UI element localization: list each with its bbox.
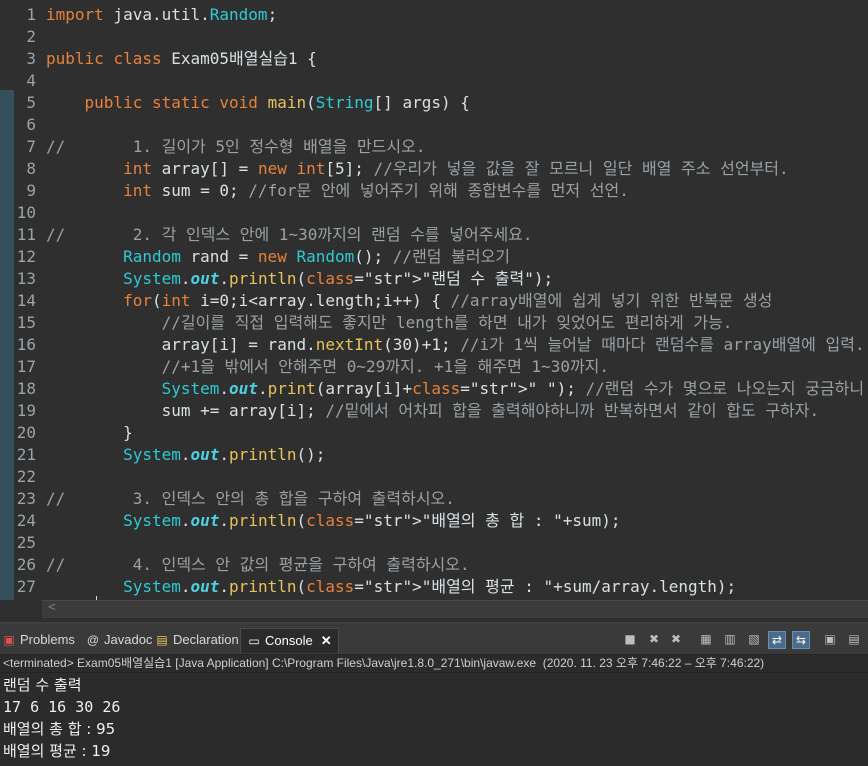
- code-line[interactable]: // 2. 각 인덱스 안에 1~30까지의 랜덤 수를 넣어주세요.: [46, 224, 533, 246]
- horizontal-scrollbar[interactable]: <: [42, 600, 868, 618]
- line-number: 15: [16, 313, 36, 332]
- code-editor[interactable]: 1 2 3 4 5 6 7 8 9 10 11 12 13 14 15 16 17 18 19 20 21 22 23 24 2…: [0, 0, 868, 620]
- tab-problems[interactable]: ▣ Problems: [2, 628, 75, 652]
- line-number: 11: [16, 225, 36, 244]
- tab-console[interactable]: ▭ Console ✕: [240, 628, 339, 653]
- code-line[interactable]: System.out.println(class="str">"랜덤 수 출력"…: [46, 268, 553, 290]
- line-number: 24: [16, 511, 36, 530]
- code-line[interactable]: System.out.print(array[i]+class="str">" …: [46, 378, 868, 400]
- bottom-panel: ▣ Problems @ Javadoc ▤ Declaration ▭ Console…: [0, 622, 868, 766]
- tab-javadoc[interactable]: @ Javadoc: [86, 628, 153, 652]
- code-line[interactable]: import java.util.Random;: [46, 4, 277, 26]
- line-number: 21: [16, 445, 36, 464]
- code-line[interactable]: Random rand = new Random(); //랜덤 불러오기: [46, 246, 510, 268]
- code-line[interactable]: array[i] = rand.nextInt(30)+1; //i가 1씩 늘…: [46, 334, 865, 356]
- close-icon[interactable]: ✕: [321, 633, 332, 648]
- javadoc-icon: @: [86, 633, 100, 647]
- line-number: 9: [26, 181, 36, 200]
- tab-declaration[interactable]: ▤ Declaration: [155, 628, 238, 652]
- line-number: 14: [16, 291, 36, 310]
- code-line[interactable]: //+1을 밖에서 안해주면 0~29까지. +1을 해주면 1~30까지.: [46, 356, 609, 378]
- problems-icon: ▣: [3, 633, 15, 647]
- line-number: 25: [16, 533, 36, 552]
- line-number: 10: [16, 203, 36, 222]
- console-output-line: 배열의 평균 : 19: [3, 742, 111, 760]
- code-line[interactable]: //길이를 직접 입력해도 좋지만 length를 하면 내가 잊었어도 편리하…: [46, 312, 733, 334]
- stop-icon[interactable]: ■: [622, 631, 638, 647]
- line-number: 20: [16, 423, 36, 442]
- line-number: 16: [16, 335, 36, 354]
- line-number: 5: [26, 93, 36, 112]
- line-number: 17: [16, 357, 36, 376]
- line-number: 19: [16, 401, 36, 420]
- line-number: 23: [16, 489, 36, 508]
- line-number: 26: [16, 555, 36, 574]
- code-line[interactable]: System.out.println(class="str">"배열의 총 합 …: [46, 510, 621, 532]
- console-output-line: 17 6 16 30 26: [3, 698, 130, 716]
- code-line[interactable]: int array[] = new int[5]; //우리가 넣을 값을 잘 …: [46, 158, 789, 180]
- line-number: 4: [26, 71, 36, 90]
- code-line[interactable]: public static void main(String[] args) {: [46, 92, 470, 114]
- line-number: 7: [26, 137, 36, 156]
- display-console-icon[interactable]: ▤: [846, 631, 862, 647]
- word-wrap-icon[interactable]: ▧: [746, 631, 762, 647]
- show-on-stderr-icon[interactable]: ⇆: [792, 631, 810, 649]
- console-icon: ▭: [248, 634, 260, 648]
- panel-tab-bar: ▣ Problems @ Javadoc ▤ Declaration ▭ Console…: [0, 624, 868, 655]
- code-line[interactable]: // 4. 인덱스 안 값의 평균을 구하여 출력하시오.: [46, 554, 470, 576]
- code-line[interactable]: System.out.println(class="str">"배열의 평균 :…: [46, 576, 736, 598]
- line-number: 18: [16, 379, 36, 398]
- line-number: 2: [26, 27, 36, 46]
- console-output-line: 랜덤 수 출력: [3, 676, 82, 694]
- scroll-left-icon[interactable]: <: [48, 600, 56, 615]
- console-output-line: 배열의 총 합 : 95: [3, 720, 116, 738]
- line-number: 8: [26, 159, 36, 178]
- code-line[interactable]: // 3. 인덱스 안의 총 합을 구하여 출력하시오.: [46, 488, 455, 510]
- line-number: 1: [26, 5, 36, 24]
- console-status: <terminated> Exam05배열실습1 [Java Applicati…: [3, 656, 765, 670]
- line-number: 12: [16, 247, 36, 266]
- line-number: 6: [26, 115, 36, 134]
- line-number: 27: [16, 577, 36, 596]
- code-line[interactable]: }: [46, 422, 133, 444]
- line-number: 22: [16, 467, 36, 486]
- show-on-stdout-icon[interactable]: ⇄: [768, 631, 786, 649]
- divider: [0, 672, 868, 673]
- line-number-gutter: 1 2 3 4 5 6 7 8 9 10 11 12 13 14 15 16 17 18 19 20 21 22 23 24 2…: [0, 0, 42, 600]
- line-number: 3: [26, 49, 36, 68]
- code-line[interactable]: System.out.println();: [46, 444, 325, 466]
- code-line[interactable]: sum += array[i]; //밑에서 어차피 합을 출력해야하니까 반복…: [46, 400, 820, 422]
- remove-all-icon[interactable]: ✖: [668, 631, 684, 647]
- pin-console-icon[interactable]: ▣: [822, 631, 838, 647]
- code-line[interactable]: public class Exam05배열실습1 {: [46, 48, 317, 70]
- code-line[interactable]: int sum = 0; //for문 안에 넣어주기 위해 종합변수를 먼저 …: [46, 180, 629, 202]
- scroll-lock-icon[interactable]: ▥: [722, 631, 738, 647]
- line-number: 13: [16, 269, 36, 288]
- clear-console-icon[interactable]: ▦: [698, 631, 714, 647]
- declaration-icon: ▤: [156, 633, 168, 647]
- remove-launch-icon[interactable]: ✖: [646, 631, 662, 647]
- code-line[interactable]: // 1. 길이가 5인 정수형 배열을 만드시오.: [46, 136, 425, 158]
- code-line[interactable]: for(int i=0;i<array.length;i++) { //arra…: [46, 290, 772, 312]
